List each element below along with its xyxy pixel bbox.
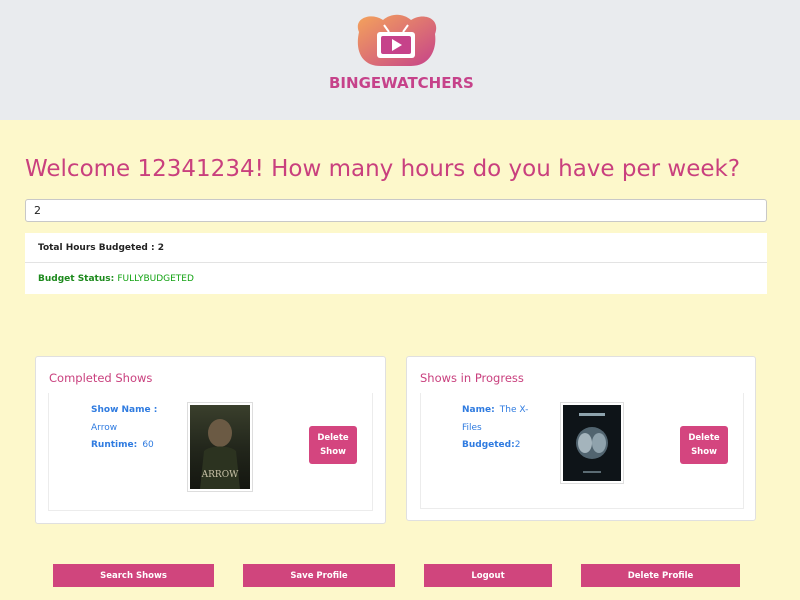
welcome-heading: Welcome 12341234! How many hours do you … xyxy=(25,156,741,182)
budget-status-value: FULLYBUDGETED xyxy=(117,274,194,284)
show-name-label: Show Name : xyxy=(91,405,158,415)
name-value-2: Files xyxy=(462,422,482,433)
shows-in-progress-panel: Shows in Progress Name: The X- Files Bud… xyxy=(406,356,756,521)
delete-label-2: Show xyxy=(320,447,346,457)
budgeted-label: Budgeted: xyxy=(462,440,515,450)
show-info: Name: The X- Files Budgeted:2 xyxy=(462,400,542,453)
tv-icon xyxy=(357,14,437,66)
hours-per-week-input[interactable] xyxy=(25,199,767,222)
delete-completed-show-button[interactable]: Delete Show xyxy=(309,426,357,464)
delete-label-1: Delete xyxy=(317,433,349,443)
in-progress-show-card: Name: The X- Files Budgeted:2 Delete Sho… xyxy=(420,393,744,509)
x-files-poster xyxy=(560,402,624,484)
completed-shows-panel: Completed Shows Show Name : Arrow Runtim… xyxy=(35,356,386,524)
budget-status-label: Budget Status: xyxy=(38,274,115,284)
name-label: Name: xyxy=(462,405,495,415)
runtime-label: Runtime: xyxy=(91,440,138,450)
poster-image: ARROW xyxy=(190,405,250,489)
completed-show-card: Show Name : Arrow Runtime: 60 ARROW Dele… xyxy=(48,393,373,511)
runtime-value: 60 xyxy=(142,440,154,450)
poster-title: ARROW xyxy=(201,470,239,480)
header-bar: BINGEWATCHERS xyxy=(0,0,800,120)
poster-image xyxy=(563,405,621,481)
delete-profile-button[interactable]: Delete Profile xyxy=(581,564,740,587)
budget-status: Budget Status: FULLYBUDGETED xyxy=(25,264,767,294)
logout-button[interactable]: Logout xyxy=(424,564,552,587)
save-profile-button[interactable]: Save Profile xyxy=(243,564,395,587)
delete-in-progress-show-button[interactable]: Delete Show xyxy=(680,426,728,464)
budgeted-value: 2 xyxy=(514,440,521,450)
search-shows-button[interactable]: Search Shows xyxy=(53,564,214,587)
budget-summary: Total Hours Budgeted : 2 Budget Status: … xyxy=(25,233,767,294)
brand-name: BINGEWATCHERS xyxy=(329,74,474,92)
delete-label-1: Delete xyxy=(688,433,720,443)
shows-in-progress-title: Shows in Progress xyxy=(420,371,524,385)
show-info: Show Name : Arrow Runtime: 60 xyxy=(91,400,171,453)
name-value-1: The X- xyxy=(499,405,529,415)
delete-label-2: Show xyxy=(691,447,717,457)
total-hours-budgeted: Total Hours Budgeted : 2 xyxy=(25,233,767,263)
brand-logo[interactable]: BINGEWATCHERS xyxy=(329,10,474,92)
arrow-poster: ARROW xyxy=(187,402,253,492)
show-name-value: Arrow xyxy=(91,422,118,433)
completed-shows-title: Completed Shows xyxy=(49,371,153,385)
